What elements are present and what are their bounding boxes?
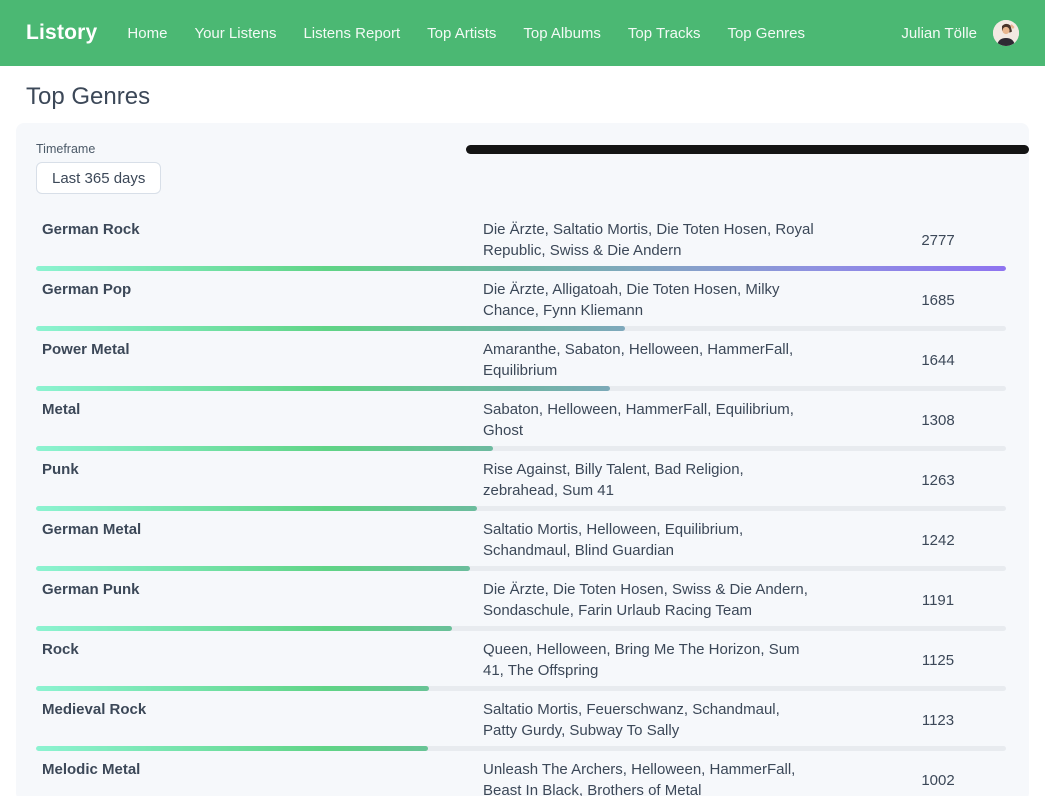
genre-listen-count: 1125 bbox=[873, 639, 1003, 681]
genre-top-artists: Saltatio Mortis, Feuerschwanz, Schandmau… bbox=[483, 699, 873, 741]
genre-row-main: German Metal Saltatio Mortis, Helloween,… bbox=[16, 519, 1029, 561]
genre-row: Metal Sabaton, Helloween, HammerFall, Eq… bbox=[16, 391, 1029, 451]
user-name: Julian Tölle bbox=[901, 25, 977, 42]
genre-listen-count: 1644 bbox=[873, 339, 1003, 381]
genre-top-artists: Die Ärzte, Saltatio Mortis, Die Toten Ho… bbox=[483, 219, 873, 261]
genre-row-main: Punk Rise Against, Billy Talent, Bad Rel… bbox=[16, 459, 1029, 501]
genre-name: German Metal bbox=[42, 519, 483, 561]
genre-row: German Punk Die Ärzte, Die Toten Hosen, … bbox=[16, 571, 1029, 631]
genre-row-main: Medieval Rock Saltatio Mortis, Feuerschw… bbox=[16, 699, 1029, 741]
genre-listen-count: 1263 bbox=[873, 459, 1003, 501]
genre-row-main: Power Metal Amaranthe, Sabaton, Hellowee… bbox=[16, 339, 1029, 381]
genre-name: German Pop bbox=[42, 279, 483, 321]
page-title: Top Genres bbox=[26, 83, 1019, 111]
genre-row: German Metal Saltatio Mortis, Helloween,… bbox=[16, 511, 1029, 571]
user-avatar[interactable] bbox=[993, 20, 1019, 46]
genre-row: Punk Rise Against, Billy Talent, Bad Rel… bbox=[16, 451, 1029, 511]
genre-listen-count: 1002 bbox=[873, 759, 1003, 796]
page-content: Top Genres Timeframe Last 365 days Germa… bbox=[0, 83, 1045, 796]
genre-name: German Rock bbox=[42, 219, 483, 261]
genre-top-artists: Die Ärzte, Alligatoah, Die Toten Hosen, … bbox=[483, 279, 873, 321]
horizontal-scrollbar-thumb[interactable] bbox=[466, 145, 1029, 154]
genre-row-main: German Rock Die Ärzte, Saltatio Mortis, … bbox=[16, 219, 1029, 261]
genre-name: Melodic Metal bbox=[42, 759, 483, 796]
genre-row: German Pop Die Ärzte, Alligatoah, Die To… bbox=[16, 271, 1029, 331]
genre-top-artists: Sabaton, Helloween, HammerFall, Equilibr… bbox=[483, 399, 873, 441]
genre-row-main: Metal Sabaton, Helloween, HammerFall, Eq… bbox=[16, 399, 1029, 441]
genre-top-artists: Rise Against, Billy Talent, Bad Religion… bbox=[483, 459, 873, 501]
genre-top-artists: Unleash The Archers, Helloween, HammerFa… bbox=[483, 759, 873, 796]
genre-top-artists: Saltatio Mortis, Helloween, Equilibrium,… bbox=[483, 519, 873, 561]
genre-listen-count: 1685 bbox=[873, 279, 1003, 321]
genre-top-artists: Amaranthe, Sabaton, Helloween, HammerFal… bbox=[483, 339, 873, 381]
genre-row-main: German Punk Die Ärzte, Die Toten Hosen, … bbox=[16, 579, 1029, 621]
nav-item-home[interactable]: Home bbox=[127, 25, 167, 42]
genre-name: Punk bbox=[42, 459, 483, 501]
brand-logo[interactable]: Listory bbox=[26, 21, 97, 45]
genre-row-main: Melodic Metal Unleash The Archers, Hello… bbox=[16, 759, 1029, 796]
genre-name: Power Metal bbox=[42, 339, 483, 381]
genre-name: German Punk bbox=[42, 579, 483, 621]
genre-listen-count: 1123 bbox=[873, 699, 1003, 741]
genre-listen-count: 1242 bbox=[873, 519, 1003, 561]
genre-name: Metal bbox=[42, 399, 483, 441]
avatar-photo bbox=[993, 20, 1019, 46]
genre-row: Medieval Rock Saltatio Mortis, Feuerschw… bbox=[16, 691, 1029, 751]
timeframe-select-button[interactable]: Last 365 days bbox=[36, 162, 161, 194]
genre-table: German Rock Die Ärzte, Saltatio Mortis, … bbox=[16, 211, 1029, 796]
genre-top-artists: Queen, Helloween, Bring Me The Horizon, … bbox=[483, 639, 873, 681]
genre-row-main: German Pop Die Ärzte, Alligatoah, Die To… bbox=[16, 279, 1029, 321]
genre-top-artists: Die Ärzte, Die Toten Hosen, Swiss & Die … bbox=[483, 579, 873, 621]
nav-item-top-albums[interactable]: Top Albums bbox=[523, 25, 601, 42]
app-header: Listory Home Your Listens Listens Report… bbox=[0, 0, 1045, 66]
nav-item-top-artists[interactable]: Top Artists bbox=[427, 25, 496, 42]
nav-item-your-listens[interactable]: Your Listens bbox=[194, 25, 276, 42]
nav-item-top-genres[interactable]: Top Genres bbox=[727, 25, 805, 42]
genre-listen-count: 1308 bbox=[873, 399, 1003, 441]
nav-item-listens-report[interactable]: Listens Report bbox=[303, 25, 400, 42]
genre-row: German Rock Die Ärzte, Saltatio Mortis, … bbox=[16, 211, 1029, 271]
genre-row: Rock Queen, Helloween, Bring Me The Hori… bbox=[16, 631, 1029, 691]
top-genres-card: Timeframe Last 365 days German Rock Die … bbox=[16, 123, 1029, 796]
genre-name: Medieval Rock bbox=[42, 699, 483, 741]
genre-listen-count: 1191 bbox=[873, 579, 1003, 621]
genre-row: Power Metal Amaranthe, Sabaton, Hellowee… bbox=[16, 331, 1029, 391]
genre-row-main: Rock Queen, Helloween, Bring Me The Hori… bbox=[16, 639, 1029, 681]
genre-name: Rock bbox=[42, 639, 483, 681]
genre-listen-count: 2777 bbox=[873, 219, 1003, 261]
genre-row: Melodic Metal Unleash The Archers, Hello… bbox=[16, 751, 1029, 796]
nav-item-top-tracks[interactable]: Top Tracks bbox=[628, 25, 701, 42]
user-area: Julian Tölle bbox=[901, 20, 1019, 46]
main-nav: Home Your Listens Listens Report Top Art… bbox=[127, 25, 901, 42]
